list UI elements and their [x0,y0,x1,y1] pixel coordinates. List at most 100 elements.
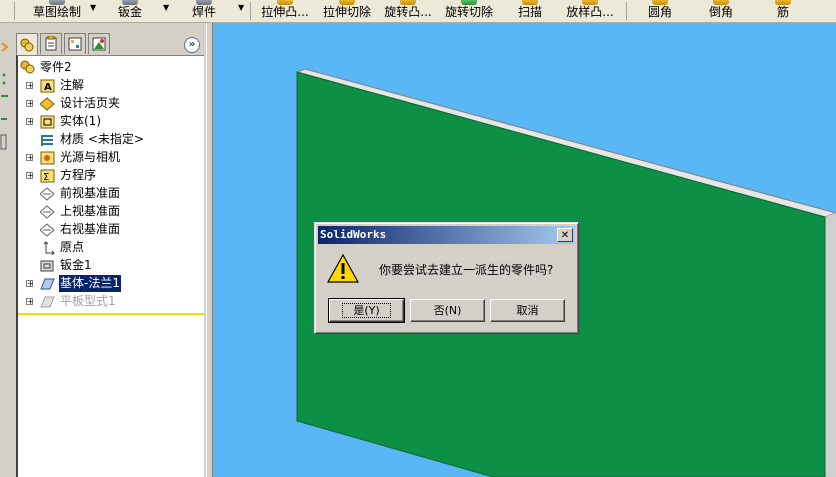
weldments-button[interactable]: 焊件 [188,0,220,22]
tree-item-sheet-metal[interactable]: 钣金1 [22,257,202,274]
material-icon [41,135,53,146]
dialog-message: 你要尝试去建立一派生的零件吗? [379,263,554,277]
expand-icon[interactable]: + [26,280,34,288]
origin-icon [43,241,55,255]
plane-icon [40,205,55,219]
tree-item-top-plane[interactable]: 上视基准面 [22,203,202,220]
part-icon [20,60,35,74]
feature-tree-icon [20,38,34,51]
extruded-boss-button[interactable]: 拉伸凸... [256,0,314,22]
weldments-label: 焊件 [191,5,216,19]
no-button[interactable]: 否(N) [410,299,485,322]
dialog-title: SolidWorks [320,228,387,241]
expand-icon[interactable]: + [26,82,34,90]
cancel-button[interactable]: 取消 [490,299,565,322]
revolved-cut-button[interactable]: 旋转切除 [442,0,496,22]
expand-icon[interactable]: + [26,172,34,180]
tree-item-design-binder[interactable]: + 设计活页夹 [22,95,202,112]
sheet-metal-dropdown-arrow-icon[interactable]: ▼ [163,3,169,12]
rollback-bar[interactable] [18,313,204,315]
close-button[interactable]: ✕ [557,228,573,242]
tree-item-label: 平板型式1 [60,294,116,308]
sketch-button[interactable]: 草图绘制 [30,0,84,22]
plane-icon [40,223,55,237]
equations-icon: Σ [40,169,55,183]
panel-splitter[interactable] [206,23,213,477]
expand-icon[interactable]: + [26,298,34,306]
dialog-title-bar[interactable]: SolidWorks ✕ [318,226,575,244]
expand-icon[interactable]: + [26,154,34,162]
revolved-cut-label: 旋转切除 [444,5,493,19]
toolbar-separator [626,2,627,20]
yes-button[interactable]: 是(Y) [328,298,405,323]
svg-text:A: A [44,82,52,93]
fillet-label: 圆角 [647,5,672,19]
tree-item-base-flange[interactable]: + 基体-法兰1 [22,275,202,292]
tree-item-label: 注解 [60,78,85,92]
annotations-icon: A [40,79,55,93]
extruded-boss-label: 拉伸凸... [261,5,309,19]
tree-item-label: 上视基准面 [60,204,121,218]
expand-panel-button[interactable]: » [184,37,200,53]
toolbar-separator [14,2,15,20]
tree-item-origin[interactable]: 原点 [22,239,202,256]
chamfer-label: 倒角 [708,5,733,19]
fillet-button[interactable]: 圆角 [644,0,676,22]
part-side-edge [825,213,836,477]
sheet-metal-button[interactable]: 钣金 [114,0,146,22]
rib-button[interactable]: 筋 [772,0,794,22]
property-manager-tab[interactable] [40,33,62,54]
tree-item-right-plane[interactable]: 右视基准面 [22,221,202,238]
tree-item-label: 实体(1) [60,114,101,128]
tree-item-label: 方程序 [60,168,97,182]
weldments-dropdown-arrow-icon[interactable]: ▼ [238,3,244,12]
revolved-boss-button[interactable]: 旋转凸... [379,0,437,22]
command-manager-toolbar: 草图绘制 ▼ 钣金 ▼ 焊件 ▼ 拉伸凸... 拉伸切除 旋转凸... 旋转切除… [0,0,836,23]
sheet-metal-feature-icon [40,260,54,272]
loft-button[interactable]: 放样凸... [561,0,619,22]
display-manager-tab[interactable] [88,33,110,54]
sketch-label: 草图绘制 [32,5,81,19]
expand-icon[interactable]: + [26,118,34,126]
feature-tree: 零件2 + A 注解 + 设计活页夹 + 实体(1) 材质 <未指定> + 光源… [16,55,204,477]
sweep-label: 扫描 [517,5,542,19]
tree-root-part[interactable]: 零件2 [20,59,200,76]
base-flange-icon [40,278,55,290]
cancel-button-label: 取消 [516,304,539,317]
tree-item-label: 右视基准面 [60,222,121,236]
tree-item-label: 设计活页夹 [60,96,121,110]
dot-icon [2,81,6,85]
property-icon [45,36,57,51]
loft-label: 放样凸... [566,5,614,19]
toolbar-separator [250,2,251,20]
sketch-dropdown-arrow-icon[interactable]: ▼ [90,3,96,12]
svg-text:Σ: Σ [43,172,49,183]
side-toolbar-strip [0,23,12,477]
tree-item-flat-pattern[interactable]: + 平板型式1 [22,293,202,310]
tree-item-equations[interactable]: + Σ 方程序 [22,167,202,184]
tree-item-lights-cameras[interactable]: + 光源与相机 [22,149,202,166]
tree-item-label: 钣金1 [60,258,92,272]
side-toolbar-icons [0,42,9,150]
yes-button-label: 是(Y) [342,303,391,318]
warning-icon [327,253,359,283]
design-binder-icon [40,97,55,111]
lights-icon [40,151,55,165]
plane-icon [40,187,55,201]
arrow-icon [1,42,9,52]
sweep-button[interactable]: 扫描 [514,0,546,22]
expand-icon[interactable]: + [26,100,34,108]
revolved-boss-label: 旋转凸... [384,5,432,19]
configuration-manager-tab[interactable] [64,33,86,54]
tree-item-label: 材质 <未指定> [60,132,144,146]
feature-manager-tab[interactable] [16,33,38,55]
feature-manager-panel: » 零件2 + A 注解 + 设计活页夹 + 实体(1) 材质 <未指定> + … [12,23,210,477]
sheet-metal-label: 钣金 [117,5,142,19]
extruded-cut-button[interactable]: 拉伸切除 [320,0,374,22]
chamfer-button[interactable]: 倒角 [705,0,737,22]
solid-bodies-icon [40,115,55,129]
tree-item-material[interactable]: 材质 <未指定> [22,131,202,148]
tree-item-front-plane[interactable]: 前视基准面 [22,185,202,202]
tree-item-solid-bodies[interactable]: + 实体(1) [22,113,202,130]
tree-item-annotations[interactable]: + A 注解 [22,77,202,94]
